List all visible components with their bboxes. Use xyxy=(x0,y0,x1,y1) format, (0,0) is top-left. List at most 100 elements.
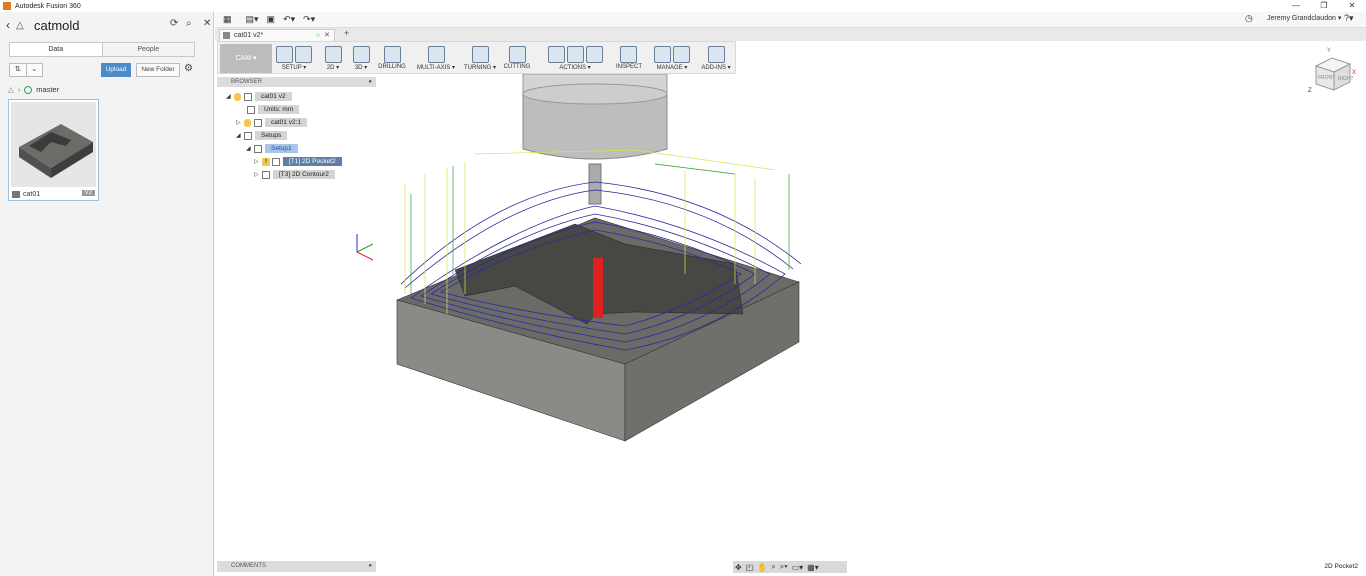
user-menu[interactable]: Jeremy Grandclaudon ▾ xyxy=(1267,14,1341,22)
3d-adaptive-icon[interactable] xyxy=(352,45,370,63)
branch-name[interactable]: master xyxy=(36,85,59,94)
pan-icon[interactable]: ✋ xyxy=(757,563,767,572)
simulate-icon[interactable] xyxy=(547,45,565,63)
search-icon[interactable]: ⌕ xyxy=(186,18,192,29)
visibility-bulb-icon[interactable] xyxy=(234,92,241,101)
tree-setups[interactable]: ◢ Setups xyxy=(236,130,288,141)
template-icon[interactable] xyxy=(673,45,690,63)
tree-setup1[interactable]: ◢ Setup1 xyxy=(246,143,298,154)
2d-group[interactable]: 2D ▾ xyxy=(320,44,346,73)
turning-group[interactable]: TURNING ▾ xyxy=(462,44,498,73)
data-panel-toolbar: ⇅ ⌄ Upload New Folder ⚙ xyxy=(9,63,195,78)
help-icon[interactable]: ?▾ xyxy=(1344,13,1354,24)
tab-people[interactable]: People xyxy=(102,43,194,56)
viewcube-front-label: FRONT xyxy=(1318,75,1335,81)
comments-panel[interactable]: COMMENTS ● xyxy=(217,561,376,572)
visibility-bulb-icon[interactable] xyxy=(244,118,251,127)
add-ins-icon[interactable] xyxy=(707,45,725,63)
chevron-down-icon[interactable]: ⌄ xyxy=(25,64,43,76)
drilling-group[interactable]: DRILLING xyxy=(376,44,408,73)
restore-button[interactable]: ❐ xyxy=(1310,0,1338,12)
collapse-icon[interactable]: ◢ xyxy=(226,93,234,100)
sort-button[interactable]: ⇅ ⌄ xyxy=(9,63,43,77)
multi-axis-group[interactable]: MULTI-AXIS ▾ xyxy=(414,44,458,73)
job-status-icon[interactable]: ◷ xyxy=(1245,13,1253,24)
look-at-icon[interactable]: ◰ xyxy=(746,563,754,572)
upload-button[interactable]: Upload xyxy=(101,63,131,77)
new-folder-button[interactable]: New Folder xyxy=(136,63,180,77)
project-icon[interactable]: △ xyxy=(8,85,14,94)
2d-label: 2D ▾ xyxy=(326,65,340,71)
document-tab[interactable]: cat01 v2* ○ ✕ xyxy=(219,29,335,41)
save-icon[interactable]: ▣ xyxy=(267,14,276,25)
actions-group[interactable]: ACTIONS ▾ xyxy=(538,44,612,73)
close-tab-icon[interactable]: ✕ xyxy=(324,30,330,41)
folder-icon[interactable] xyxy=(295,45,312,63)
file-card[interactable]: cat01 V2 xyxy=(8,99,99,201)
expand-icon[interactable]: ▷ xyxy=(254,158,262,165)
post-process-icon[interactable] xyxy=(566,45,584,63)
workspace-selector[interactable]: CAM ▾ xyxy=(220,44,272,73)
2d-pocket-icon[interactable] xyxy=(324,45,342,63)
add-ins-group[interactable]: ADD-INS ▾ xyxy=(700,44,732,73)
document-icon xyxy=(223,32,230,39)
expand-icon[interactable]: ▷ xyxy=(254,171,262,178)
version-badge: V2 xyxy=(81,190,95,196)
gear-icon[interactable]: ⚙ xyxy=(184,63,193,74)
cutting-group[interactable]: CUTTING xyxy=(502,44,532,73)
tool-library-icon[interactable] xyxy=(654,45,671,63)
tree-units[interactable]: Units: mm xyxy=(247,104,300,115)
viewcube-y-label: Y xyxy=(1327,48,1331,54)
close-button[interactable]: ✕ xyxy=(1338,0,1366,12)
3d-viewport[interactable] xyxy=(215,73,1366,562)
setup-group[interactable]: SETUP ▾ xyxy=(274,44,314,73)
cutting-icon[interactable] xyxy=(508,45,526,63)
setup1-label: Setup1 xyxy=(265,144,298,153)
status-selected-operation: 2D Pocket2 xyxy=(1324,563,1358,570)
inspect-group[interactable]: INSPECT xyxy=(616,44,642,73)
collapse-icon[interactable]: ◢ xyxy=(236,132,244,139)
3d-group[interactable]: 3D ▾ xyxy=(348,44,374,73)
actions-label: ACTIONS ▾ xyxy=(559,65,591,71)
op2-label: [T3] 2D Contour2 xyxy=(273,170,335,179)
zoom-window-icon[interactable]: ⌕▾ xyxy=(780,562,788,572)
file-menu-icon[interactable]: ▤▾ xyxy=(246,14,259,25)
back-arrow-icon[interactable]: ‹ xyxy=(0,18,16,32)
collapse-icon[interactable]: ◢ xyxy=(246,145,254,152)
tree-root[interactable]: ◢ cat01 v2 xyxy=(226,91,292,102)
comments-title: COMMENTS xyxy=(231,563,266,569)
expand-icon[interactable]: ▷ xyxy=(236,119,244,126)
turning-icon[interactable] xyxy=(471,45,489,63)
setup-icon[interactable] xyxy=(276,45,293,63)
browser-header[interactable]: BROWSER ● xyxy=(217,77,376,87)
orbit-icon[interactable]: ✥ xyxy=(735,563,742,572)
root-label: cat01 v2 xyxy=(255,92,292,101)
zoom-icon[interactable]: ⌕ xyxy=(771,562,775,572)
file-thumbnail xyxy=(11,102,96,187)
new-tab-icon[interactable]: + xyxy=(344,28,349,38)
refresh-icon[interactable]: ⟳ xyxy=(170,18,178,29)
undo-icon[interactable]: ↶▾ xyxy=(283,14,295,25)
multi-axis-icon[interactable] xyxy=(427,45,445,63)
display-settings-icon[interactable]: ▭▾ xyxy=(792,563,804,572)
tree-op2[interactable]: ▷ [T3] 2D Contour2 xyxy=(254,169,335,180)
warning-icon: ! xyxy=(262,157,270,166)
close-panel-icon[interactable]: ✕ xyxy=(203,18,211,29)
drill-icon[interactable] xyxy=(383,45,401,63)
viewcube[interactable]: FRONT RIGHT Y X Z xyxy=(1306,46,1358,100)
grid-menu-icon[interactable]: ▦ xyxy=(223,14,232,25)
setup-sheet-icon[interactable] xyxy=(585,45,603,63)
measure-icon[interactable] xyxy=(619,45,637,63)
grid-settings-icon[interactable]: ▦▾ xyxy=(807,563,819,572)
redo-icon[interactable]: ↷▾ xyxy=(303,14,315,25)
component-icon xyxy=(254,118,262,127)
tab-data[interactable]: Data xyxy=(10,43,103,56)
tree-component[interactable]: ▷ cat01 v2:1 xyxy=(236,117,307,128)
comments-pin-icon[interactable]: ● xyxy=(368,561,372,572)
minimize-button[interactable]: — xyxy=(1282,0,1310,12)
data-panel: ‹ △ catmold ⟳ ⌕ ✕ Data People ⇅ ⌄ Upload… xyxy=(0,12,214,576)
manage-group[interactable]: MANAGE ▾ xyxy=(648,44,696,73)
tree-op1[interactable]: ▷ ! [T1] 2D Pocket2 xyxy=(254,156,342,167)
browser-pin-icon[interactable]: ● xyxy=(368,77,372,87)
manage-label: MANAGE ▾ xyxy=(656,65,688,71)
